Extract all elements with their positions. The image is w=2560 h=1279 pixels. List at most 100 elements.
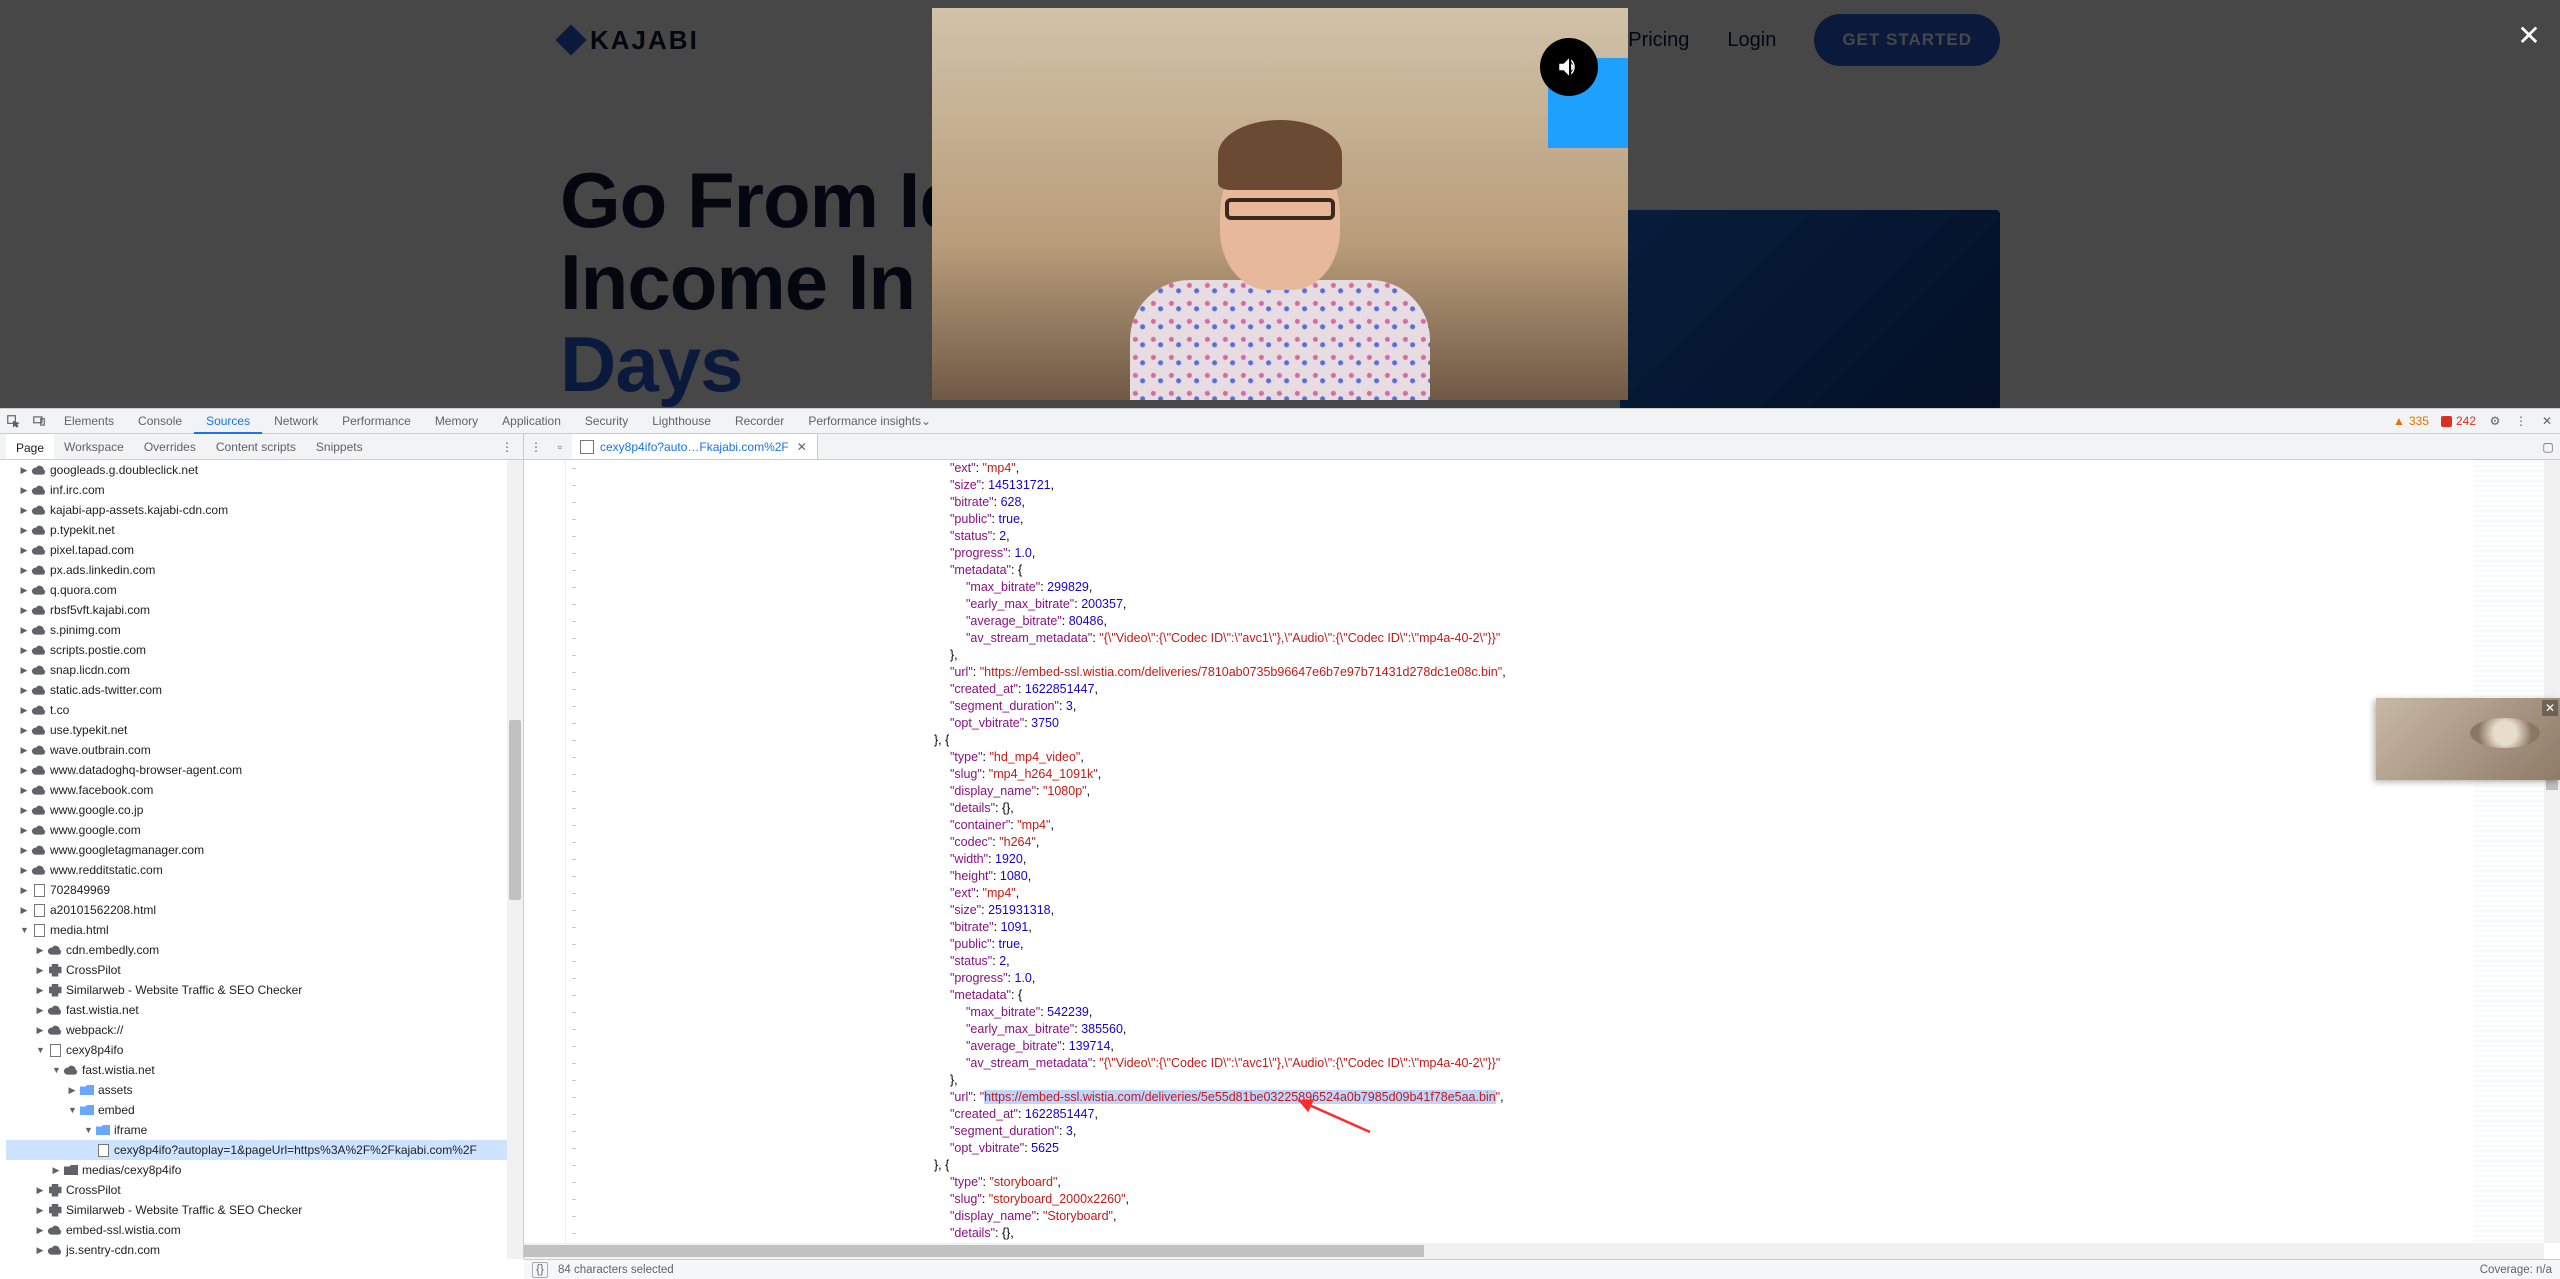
warnings-count: 335: [2409, 414, 2429, 428]
tree-item[interactable]: static.ads-twitter.com: [6, 680, 523, 700]
gear-icon: ⚙: [2490, 414, 2501, 428]
cloud-icon: [32, 843, 46, 857]
tree-item-label: fast.wistia.net: [66, 1003, 139, 1017]
file-nav-button[interactable]: ▫: [548, 434, 572, 459]
tree-item[interactable]: www.redditstatic.com: [6, 860, 523, 880]
tree-item[interactable]: webpack://: [6, 1020, 523, 1040]
sources-subtab-overrides[interactable]: Overrides: [134, 434, 206, 459]
tree-item[interactable]: www.googletagmanager.com: [6, 840, 523, 860]
tree-item[interactable]: cexy8p4ifo: [6, 1040, 523, 1060]
sources-subtab-workspace[interactable]: Workspace: [54, 434, 134, 459]
cloud-icon: [48, 1023, 62, 1037]
tree-item[interactable]: CrossPilot: [6, 1180, 523, 1200]
tree-item[interactable]: js.sentry-cdn.com: [6, 1240, 523, 1259]
sources-body: googleads.g.doubleclick.net inf.irc.com ka…: [0, 460, 2560, 1259]
site-viewport: KAJABI Pricing Login GET STARTED Go From…: [0, 0, 2560, 408]
tree-item[interactable]: 702849969: [6, 880, 523, 900]
devtools-tab-lighthouse[interactable]: Lighthouse: [640, 409, 723, 433]
devtools-tab-performance-insights[interactable]: Performance insights ⌄: [796, 409, 943, 433]
cloud-icon: [32, 583, 46, 597]
tree-item-label: inf.irc.com: [50, 483, 105, 497]
pip-thumbnail: [2470, 718, 2540, 748]
source-editor[interactable]: ----------------------------------------…: [524, 460, 2560, 1259]
tree-item[interactable]: assets: [6, 1080, 523, 1100]
tree-item[interactable]: a20101562208.html: [6, 900, 523, 920]
devtools-more-button[interactable]: ⋮: [2508, 409, 2534, 433]
cloud-icon: [32, 563, 46, 577]
tree-item[interactable]: www.datadoghq-browser-agent.com: [6, 760, 523, 780]
devtools-tab-recorder[interactable]: Recorder: [723, 409, 796, 433]
cloud-icon: [32, 783, 46, 797]
devtools-tab-console[interactable]: Console: [126, 409, 194, 433]
video-unmute-button[interactable]: [1540, 38, 1598, 96]
devtools-tab-elements[interactable]: Elements: [52, 409, 126, 433]
tree-item[interactable]: inf.irc.com: [6, 480, 523, 500]
tree-item[interactable]: www.facebook.com: [6, 780, 523, 800]
tree-item[interactable]: Similarweb - Website Traffic & SEO Check…: [6, 980, 523, 1000]
lightbox-close-button[interactable]: ✕: [2516, 22, 2542, 48]
tree-item[interactable]: s.pinimg.com: [6, 620, 523, 640]
tree-item-label: q.quora.com: [50, 583, 117, 597]
editor-hscrollbar[interactable]: [524, 1243, 2544, 1259]
pretty-print-button[interactable]: {}: [532, 1262, 548, 1278]
tree-item[interactable]: px.ads.linkedin.com: [6, 560, 523, 580]
tree-item[interactable]: kajabi-app-assets.kajabi-cdn.com: [6, 500, 523, 520]
tree-item[interactable]: embed: [6, 1100, 523, 1120]
tree-item[interactable]: cexy8p4ifo?autoplay=1&pageUrl=https%3A%2…: [6, 1140, 523, 1160]
tree-item-label: www.datadoghq-browser-agent.com: [50, 763, 242, 777]
pip-close-button[interactable]: ✕: [2542, 700, 2558, 716]
devtools-tab-memory[interactable]: Memory: [423, 409, 490, 433]
tree-item[interactable]: cdn.embedly.com: [6, 940, 523, 960]
tree-item[interactable]: t.co: [6, 700, 523, 720]
tree-item[interactable]: wave.outbrain.com: [6, 740, 523, 760]
warnings-badge[interactable]: ▲ 335: [2387, 409, 2435, 433]
tree-item[interactable]: www.google.com: [6, 820, 523, 840]
kebab-icon: ⋮: [530, 440, 542, 454]
document-icon: [32, 923, 46, 937]
tree-item[interactable]: CrossPilot: [6, 960, 523, 980]
tree-item[interactable]: www.google.co.jp: [6, 800, 523, 820]
tree-item[interactable]: q.quora.com: [6, 580, 523, 600]
editor-minimap[interactable]: [2474, 460, 2544, 1243]
tree-item[interactable]: fast.wistia.net: [6, 1060, 523, 1080]
sources-subtab-snippets[interactable]: Snippets: [306, 434, 373, 459]
tree-scrollbar[interactable]: [507, 460, 523, 1259]
tree-item[interactable]: snap.licdn.com: [6, 660, 523, 680]
sources-subtab-more[interactable]: ⋮: [491, 434, 523, 459]
devtools-tab-security[interactable]: Security: [573, 409, 640, 433]
file-history-button[interactable]: ⋮: [524, 434, 548, 459]
editor-code[interactable]: "ext": "mp4","size": 145131721,"bitrate"…: [590, 460, 2472, 1243]
errors-badge[interactable]: 242: [2435, 409, 2482, 433]
devtools-tab-application[interactable]: Application: [490, 409, 573, 433]
sources-subtab-page[interactable]: Page: [6, 434, 54, 459]
inspect-element-icon[interactable]: [0, 409, 26, 433]
devtools-tab-performance[interactable]: Performance: [330, 409, 423, 433]
tree-item[interactable]: iframe: [6, 1120, 523, 1140]
devtools-close-button[interactable]: ✕: [2534, 409, 2560, 433]
toggle-sidebar-button[interactable]: ▢: [2536, 434, 2560, 459]
close-file-icon[interactable]: ✕: [797, 440, 807, 454]
tree-item[interactable]: p.typekit.net: [6, 520, 523, 540]
tree-item[interactable]: Similarweb - Website Traffic & SEO Check…: [6, 1200, 523, 1220]
open-file-tab[interactable]: cexy8p4ifo?auto…Fkajabi.com%2F ✕: [572, 434, 818, 459]
tree-item[interactable]: googleads.g.doubleclick.net: [6, 460, 523, 480]
picture-in-picture[interactable]: ✕: [2376, 698, 2560, 780]
tree-item[interactable]: medias/cexy8p4ifo: [6, 1160, 523, 1180]
tree-item[interactable]: media.html: [6, 920, 523, 940]
tree-item[interactable]: fast.wistia.net: [6, 1000, 523, 1020]
devtools-settings-button[interactable]: ⚙: [2482, 409, 2508, 433]
devtools-tab-network[interactable]: Network: [262, 409, 330, 433]
device-toolbar-icon[interactable]: [26, 409, 52, 433]
tree-item[interactable]: pixel.tapad.com: [6, 540, 523, 560]
cloud-icon: [32, 703, 46, 717]
tree-item[interactable]: embed-ssl.wistia.com: [6, 1220, 523, 1240]
tree-item[interactable]: use.typekit.net: [6, 720, 523, 740]
editor-vscrollbar[interactable]: [2544, 460, 2560, 1243]
devtools-tab-sources[interactable]: Sources: [194, 409, 262, 433]
sources-subtab-content-scripts[interactable]: Content scripts: [206, 434, 306, 459]
tree-item[interactable]: scripts.postie.com: [6, 640, 523, 660]
tree-item[interactable]: rbsf5vft.kajabi.com: [6, 600, 523, 620]
folder-icon: [64, 1163, 78, 1177]
lightbox-video[interactable]: [932, 8, 1628, 400]
sources-file-tree[interactable]: googleads.g.doubleclick.net inf.irc.com ka…: [0, 460, 524, 1259]
